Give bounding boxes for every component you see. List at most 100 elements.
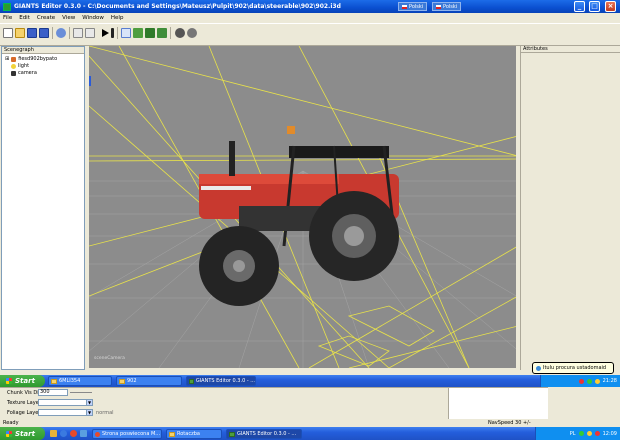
tree-item-light[interactable]: light <box>11 63 29 69</box>
light-bulb-icon <box>11 63 16 69</box>
viewport-edge-marker <box>89 76 91 86</box>
chunk-vis-dist-slider[interactable] <box>70 392 92 393</box>
menu-edit[interactable]: Edit <box>19 15 30 21</box>
tractor-model <box>199 126 399 306</box>
chevron-down-icon[interactable]: ▼ <box>86 399 93 406</box>
foliage-layer-label: Foliage Layer <box>7 410 41 416</box>
undo-icon[interactable] <box>56 28 66 38</box>
giants-app-icon <box>229 431 235 437</box>
menu-help[interactable]: Help <box>111 15 124 21</box>
toolbar <box>0 23 620 46</box>
taskbar-item-6mli354[interactable]: 6MLI354 <box>48 376 112 386</box>
system-tray-primary: 21:28 <box>540 375 620 387</box>
taskbar-item-giants-editor[interactable]: GIANTS Editor 0.3.0 - ... <box>186 376 256 386</box>
taskbar-item-giants-editor-secondary[interactable]: GIANTS Editor 0.3.0 - ... <box>226 429 302 439</box>
menu-file[interactable]: File <box>3 15 12 21</box>
tray-clock: 12:09 <box>602 430 617 437</box>
camera-icon <box>11 70 16 76</box>
chevron-down-icon[interactable]: ▼ <box>86 409 93 416</box>
windows-logo-icon <box>6 430 12 437</box>
taskbar-item-label: GIANTS Editor 0.3.0 - ... <box>195 378 255 384</box>
info-icon <box>536 365 541 371</box>
properties-preview-area <box>448 388 548 420</box>
folder-icon <box>169 431 175 437</box>
quicklaunch-desktop-icon[interactable] <box>80 430 87 437</box>
taskbar-item-rotaczba[interactable]: Rotaczba <box>166 429 222 439</box>
quicklaunch-firefox-icon[interactable] <box>70 430 77 437</box>
save-all-icon[interactable] <box>39 28 49 38</box>
title-bar: GIANTS Editor 0.3.0 - C:\Documents and S… <box>0 0 620 13</box>
flag-icon <box>402 4 407 9</box>
window-title: GIANTS Editor 0.3.0 - C:\Documents and S… <box>14 3 341 10</box>
pause-icon[interactable] <box>111 28 114 38</box>
3d-viewport[interactable] <box>89 46 518 368</box>
tree-item-root[interactable]: ⊞ fiesd902bypato <box>5 56 57 62</box>
language-indicator-tray[interactable]: PL <box>570 431 576 437</box>
new-file-icon[interactable] <box>3 28 13 38</box>
expand-toggle-icon[interactable]: ⊞ <box>5 56 9 62</box>
tree-item-label: light <box>18 63 30 69</box>
tray-volume-icon[interactable] <box>594 378 600 384</box>
texture-layer-select[interactable] <box>38 399 88 406</box>
scenegraph-panel: Scenegraph ⊞ fiesd902bypato light camera <box>1 46 85 370</box>
tray-network-icon[interactable] <box>586 378 592 384</box>
tray-volume-icon[interactable] <box>586 431 592 436</box>
tray-antivirus-icon[interactable] <box>594 431 600 436</box>
camera-label: sceneCamera <box>94 356 125 361</box>
notification-balloon[interactable]: Itulu procura ustadomaid <box>532 362 614 374</box>
quicklaunch-browser-icon[interactable] <box>60 430 67 437</box>
status-text: Ready <box>3 420 19 426</box>
firefox-icon <box>95 431 100 437</box>
flag-icon <box>436 4 441 9</box>
foliage-tool-icon[interactable] <box>145 28 155 38</box>
system-tray-secondary: PL 12:09 <box>535 427 620 440</box>
play-icon[interactable] <box>100 28 110 38</box>
move-camera-icon[interactable] <box>175 28 185 38</box>
language-indicator-secondary[interactable]: Polski <box>432 2 462 11</box>
maximize-button[interactable]: □ <box>589 1 600 12</box>
tray-network-icon[interactable] <box>578 431 584 436</box>
cut-icon[interactable] <box>73 28 83 38</box>
start-label: Start <box>15 377 35 385</box>
toolbar-separator <box>52 27 53 39</box>
language-label: Polski <box>409 3 424 10</box>
paint-tool-icon[interactable] <box>157 28 167 38</box>
tree-item-camera[interactable]: camera <box>11 70 37 76</box>
texture-layer-label: Texture Layer <box>7 400 41 406</box>
start-button-secondary[interactable]: Start <box>0 427 45 440</box>
giants-app-icon <box>189 378 194 384</box>
language-indicator[interactable]: Polski <box>398 2 428 11</box>
transform-node-icon <box>11 56 17 62</box>
taskbar-item-browser[interactable]: Strona poswiecona M... <box>92 429 162 439</box>
open-folder-icon[interactable] <box>15 28 25 38</box>
taskbar-primary: Start 6MLI354 902 GIANTS Editor 0.3.0 - … <box>0 375 620 387</box>
terrain-tool-icon[interactable] <box>133 28 143 38</box>
minimize-button[interactable]: _ <box>574 1 585 12</box>
giants-app-icon <box>3 2 11 11</box>
paste-icon[interactable] <box>85 28 95 38</box>
select-tool-icon[interactable] <box>121 28 131 38</box>
taskbar-item-label: 902 <box>127 378 137 384</box>
viewport-render <box>89 46 518 368</box>
close-button[interactable]: × <box>605 1 616 12</box>
taskbar-item-label: Strona poswiecona M... <box>102 431 161 437</box>
tray-alert-icon[interactable] <box>578 378 584 384</box>
chunk-vis-dist-input[interactable]: 300 <box>38 389 68 396</box>
taskbar-item-label: 6MLI354 <box>59 378 81 384</box>
menu-bar: File Edit Create View Window Help <box>0 13 620 23</box>
folder-icon <box>51 378 57 384</box>
windows-logo-icon <box>6 378 12 384</box>
menu-window[interactable]: Window <box>82 15 104 21</box>
tree-item-label: camera <box>18 70 37 76</box>
menu-create[interactable]: Create <box>37 15 55 21</box>
save-icon[interactable] <box>27 28 37 38</box>
quicklaunch-folder-icon[interactable] <box>50 430 57 437</box>
rotate-camera-icon[interactable] <box>187 28 197 38</box>
foliage-layer-select[interactable] <box>38 409 88 416</box>
start-button[interactable]: Start <box>0 375 45 387</box>
menu-view[interactable]: View <box>62 15 75 21</box>
start-label: Start <box>15 429 35 438</box>
attributes-title: Attributes <box>521 46 620 53</box>
taskbar-item-902[interactable]: 902 <box>116 376 182 386</box>
nav-speed-indicator: NavSpeed 30 +/- <box>488 420 531 426</box>
